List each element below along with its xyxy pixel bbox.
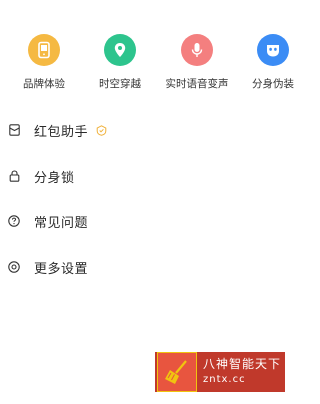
- menu-item-label: 常见问题: [34, 215, 89, 231]
- menu-item-more-settings[interactable]: 更多设置: [8, 256, 88, 278]
- phone-icon: [28, 34, 60, 66]
- feature-label: 品牌体验: [23, 78, 65, 90]
- feature-label: 时空穿越: [99, 78, 141, 90]
- shield-badge-icon: [96, 124, 107, 136]
- feature-time-travel[interactable]: 时空穿越: [83, 34, 157, 91]
- feature-voice-changer[interactable]: 实时语音变声: [160, 34, 234, 91]
- lock-icon: [8, 170, 20, 182]
- mask-icon: [257, 34, 289, 66]
- location-pin-icon: [104, 34, 136, 66]
- feature-grid: 品牌体验 时空穿越 实时语音变声 分身伪装: [0, 0, 297, 100]
- question-icon: [8, 215, 20, 227]
- watermark-banner: 八神智能天下 zntx.cc: [155, 352, 285, 392]
- menu-item-label: 分身锁: [34, 170, 75, 186]
- menu-item-clone-lock[interactable]: 分身锁: [8, 165, 75, 187]
- menu-item-red-envelope-assistant[interactable]: 红包助手: [8, 119, 107, 141]
- feature-label: 分身伪装: [252, 78, 294, 90]
- feature-clone-disguise[interactable]: 分身伪装: [236, 34, 310, 91]
- menu-item-label: 红包助手: [34, 124, 89, 140]
- feature-brand-experience[interactable]: 品牌体验: [7, 34, 81, 91]
- menu-item-faq[interactable]: 常见问题: [8, 210, 88, 232]
- feature-label: 实时语音变声: [165, 78, 229, 90]
- watermark-url: zntx.cc: [203, 374, 246, 385]
- settings-icon: [8, 261, 20, 273]
- red-envelope-icon: [8, 124, 20, 136]
- microphone-icon: [181, 34, 213, 66]
- broom-logo-icon: [157, 352, 197, 392]
- menu-item-label: 更多设置: [34, 261, 89, 277]
- watermark-title: 八神智能天下: [203, 357, 282, 371]
